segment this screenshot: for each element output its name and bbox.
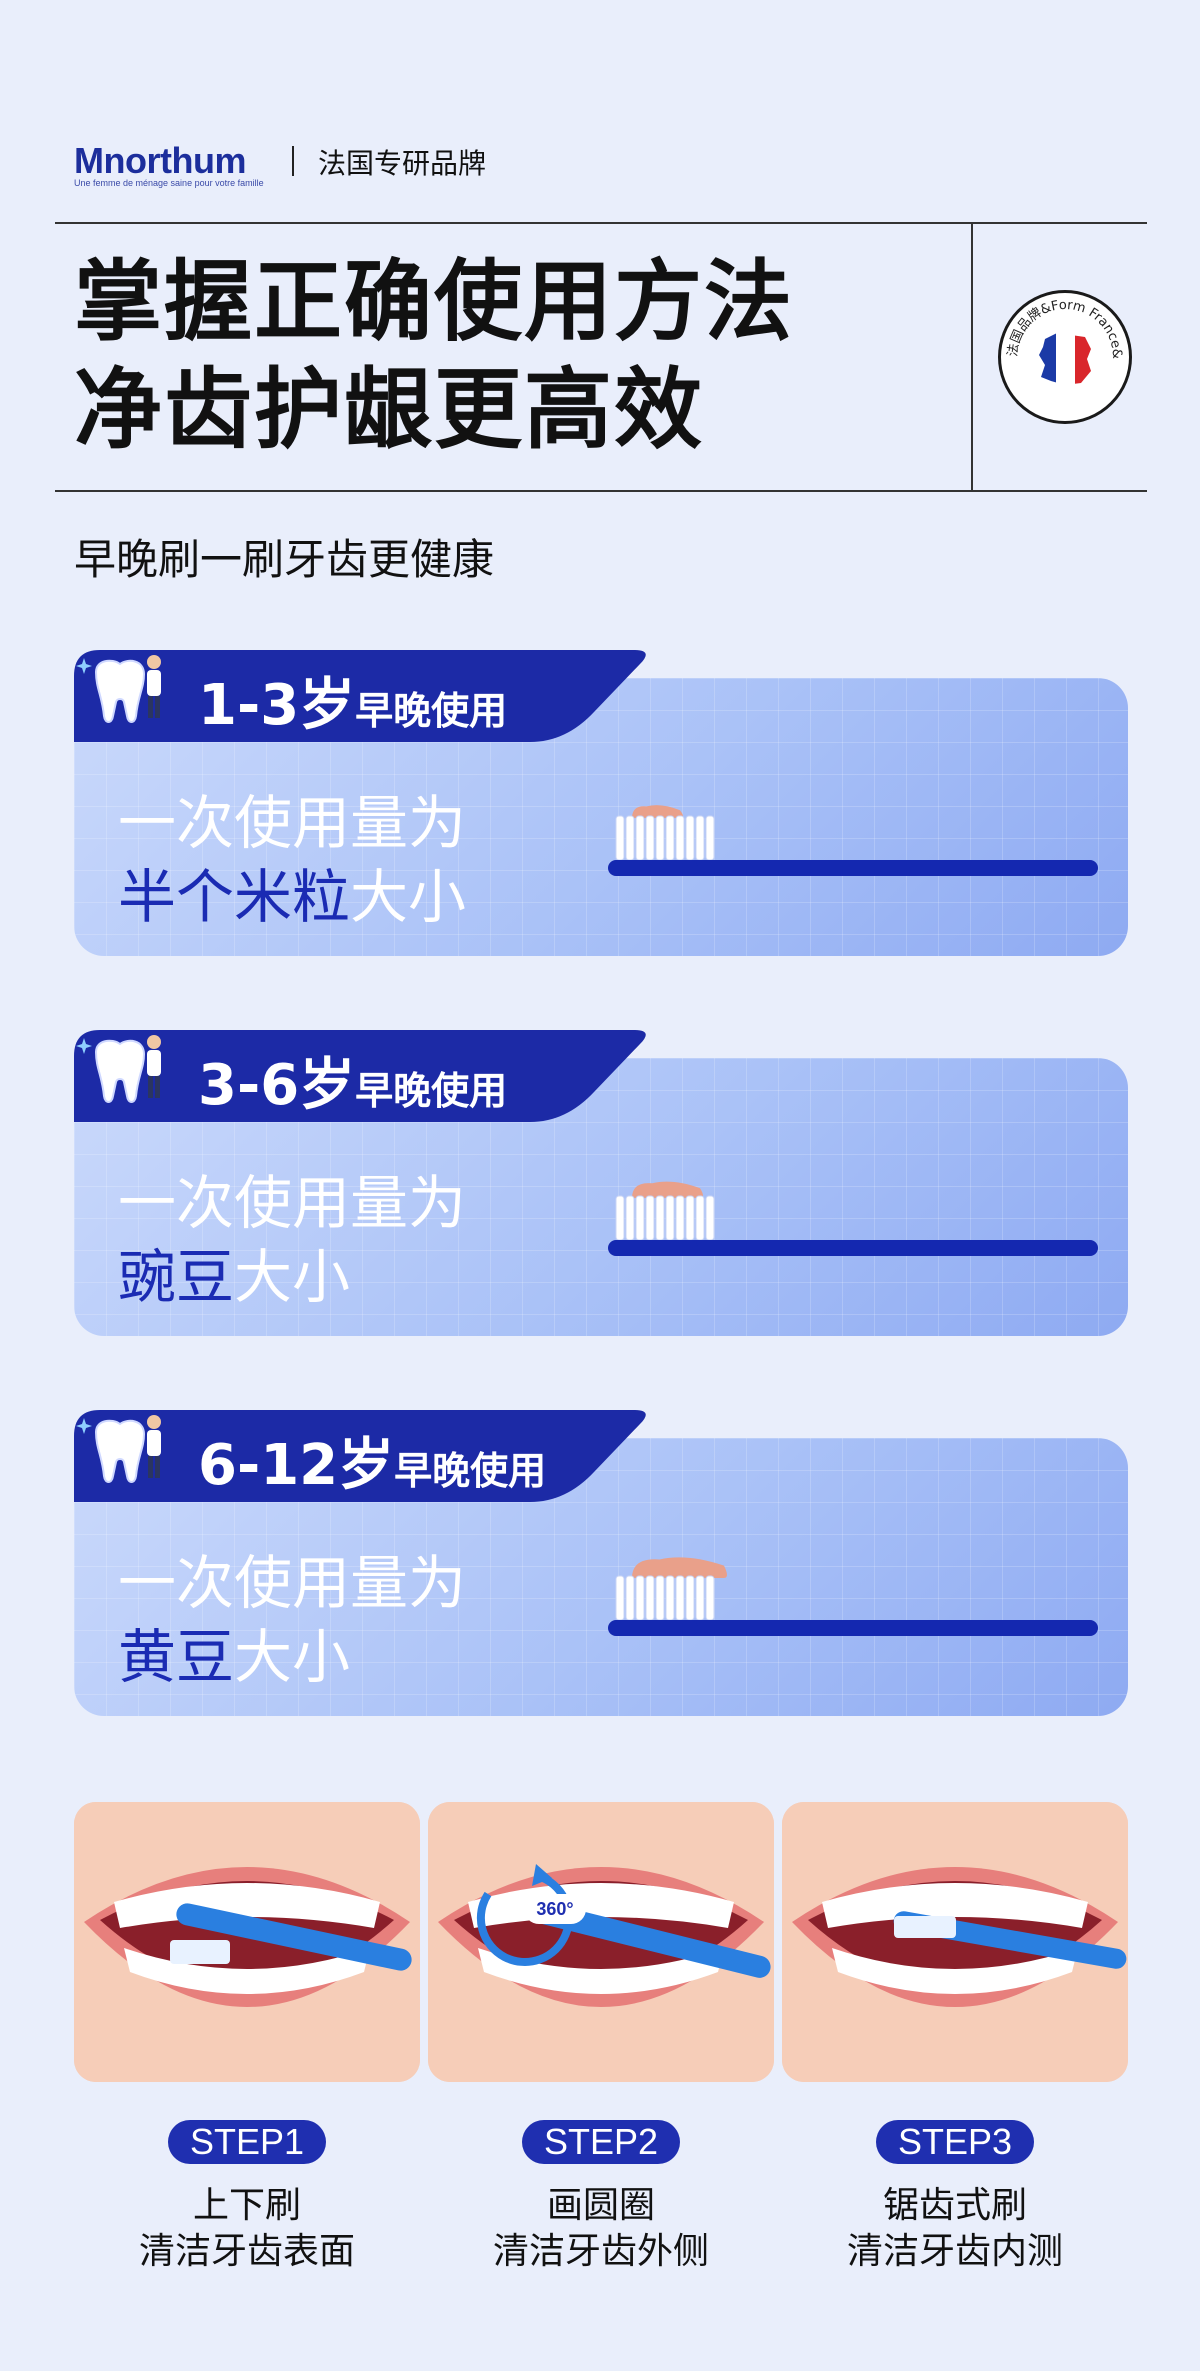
- bristle: [675, 815, 685, 861]
- step2-illustration: 360°: [428, 1802, 774, 2082]
- step1-badge: STEP1: [168, 2120, 326, 2164]
- dosage-highlight: 半个米粒: [118, 863, 351, 931]
- headline-line2: 净齿护龈更高效: [74, 358, 705, 461]
- dosage-line1: 一次使用量为: [118, 1169, 467, 1237]
- bristle: [685, 1195, 695, 1241]
- toothpaste-blob: [632, 1557, 727, 1578]
- dosage-rest: 大小: [350, 863, 467, 931]
- bristle: [615, 1195, 625, 1241]
- dosage-highlight: 豌豆: [118, 1243, 235, 1311]
- step2-badge: STEP2: [522, 2120, 680, 2164]
- france-seal: 法国品牌&Form France&: [998, 290, 1132, 424]
- dosage-line2: 豌豆大小: [118, 1230, 350, 1314]
- brand-logo-tagline: Une femme de ménage saine pour votre fam…: [74, 178, 264, 188]
- bristle: [635, 1195, 645, 1241]
- bristle: [695, 1195, 705, 1241]
- usage-label: 早晚使用: [355, 689, 508, 733]
- bristle: [685, 815, 695, 861]
- bristle: [645, 1575, 655, 1621]
- bristle: [665, 1195, 675, 1241]
- toothpaste-blob: [632, 1181, 703, 1198]
- bristle: [705, 1575, 715, 1621]
- step3-desc: 清洁牙齿内测: [846, 2231, 1063, 2272]
- bristle: [665, 815, 675, 861]
- header-rule-vertical: [971, 222, 973, 492]
- toothbrush-icon: [608, 1557, 1098, 1636]
- age-label: 3-6岁: [198, 1053, 356, 1118]
- header-divider: [292, 146, 294, 176]
- toothpaste-blob: [632, 1557, 727, 1578]
- bristle: [705, 1195, 715, 1241]
- tooth-mascot-icon: [76, 1415, 161, 1483]
- age-tab: 3-6岁早晚使用: [74, 1030, 654, 1122]
- brand-logo: Mnorthum: [74, 140, 246, 181]
- step1-title: 上下刷: [192, 2185, 301, 2226]
- dosage-highlight: 黄豆: [118, 1623, 235, 1691]
- tooth-mascot-icon: [76, 655, 161, 723]
- usage-card-3: 6-12岁早晚使用 一次使用量为 黄豆大小: [74, 1410, 1128, 1716]
- usage-card-2: 3-6岁早晚使用 一次使用量为 豌豆大小: [74, 1030, 1128, 1336]
- dosage-line2: 半个米粒大小: [118, 850, 466, 934]
- dosage-rest: 大小: [234, 1623, 351, 1691]
- dosage-line1: 一次使用量为: [118, 789, 467, 857]
- bristle: [625, 1195, 635, 1241]
- dosage-line2: 黄豆大小: [118, 1610, 350, 1694]
- header-rule-bottom: [55, 490, 1147, 492]
- age-tab: 1-3岁早晚使用: [74, 650, 654, 742]
- rotation-label: 360°: [536, 1899, 573, 1919]
- usage-label: 早晚使用: [355, 1069, 508, 1113]
- bristle: [615, 815, 625, 861]
- age-label: 1-3岁: [198, 673, 356, 738]
- bristle: [625, 1575, 635, 1621]
- step3-title: 锯齿式刷: [882, 2185, 1027, 2226]
- bristle: [685, 1575, 695, 1621]
- dosage-rest: 大小: [234, 1243, 351, 1311]
- bristle: [675, 1195, 685, 1241]
- bristle: [615, 1575, 625, 1621]
- bristle: [695, 1575, 705, 1621]
- age-label: 6-12岁: [198, 1433, 395, 1498]
- bristle: [695, 815, 705, 861]
- dosage-line1: 一次使用量为: [118, 1549, 467, 1617]
- bristle: [675, 1575, 685, 1621]
- bristle: [645, 1195, 655, 1241]
- step1-illustration: [74, 1802, 420, 2082]
- subheadline: 早晚刷一刷牙齿更健康: [74, 535, 495, 584]
- bristle: [655, 1195, 665, 1241]
- bristle: [625, 815, 635, 861]
- age-tab: 6-12岁早晚使用: [74, 1410, 654, 1502]
- usage-card-1: 1-3岁早晚使用 一次使用量为 半个米粒大小: [74, 650, 1128, 956]
- step3-badge: STEP3: [876, 2120, 1034, 2164]
- bristle: [665, 1575, 675, 1621]
- step1-desc: 清洁牙齿表面: [138, 2231, 355, 2272]
- brand-note: 法国专研品牌: [318, 147, 487, 180]
- step2-desc: 清洁牙齿外侧: [492, 2231, 709, 2272]
- toothpaste-blob: [632, 1181, 703, 1198]
- bristle: [655, 815, 665, 861]
- toothbrush-icon: [608, 805, 1098, 876]
- bristle: [655, 1575, 665, 1621]
- usage-label: 早晚使用: [394, 1449, 547, 1493]
- step2-title: 画圆圈: [546, 2185, 655, 2226]
- bristle: [635, 815, 645, 861]
- step3-illustration: [782, 1802, 1128, 2082]
- france-map-icon: [1039, 331, 1091, 385]
- tooth-mascot-icon: [76, 1035, 161, 1103]
- bristle: [635, 1575, 645, 1621]
- headline-line1: 掌握正确使用方法: [74, 250, 795, 353]
- bristle: [705, 815, 715, 861]
- header-rule-top: [55, 222, 1147, 224]
- bristle: [645, 815, 655, 861]
- toothbrush-icon: [608, 1181, 1098, 1256]
